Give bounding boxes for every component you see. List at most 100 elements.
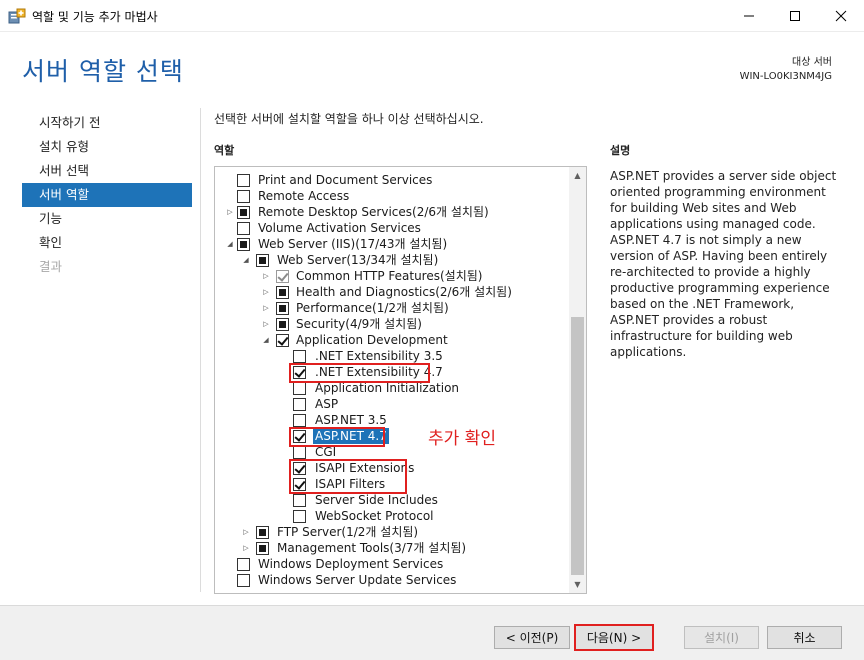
role-checkbox[interactable] — [293, 510, 306, 523]
chevron-up-icon: ▲ — [574, 171, 581, 180]
role-checkbox[interactable] — [293, 478, 306, 491]
role-row[interactable]: Windows Server Update Services — [215, 572, 570, 588]
nav-divider — [200, 108, 201, 592]
role-checkbox[interactable] — [293, 414, 306, 427]
role-row[interactable]: Print and Document Services — [215, 172, 570, 188]
expanded-arrow-icon[interactable]: ◢ — [241, 255, 251, 265]
role-checkbox[interactable] — [293, 494, 306, 507]
role-row[interactable]: Remote Access — [215, 188, 570, 204]
minimize-button[interactable] — [726, 0, 772, 32]
nav-item-before-you-begin[interactable]: 시작하기 전 — [22, 111, 192, 135]
collapsed-arrow-icon[interactable]: ▷ — [261, 271, 271, 281]
nav-item-features[interactable]: 기능 — [22, 207, 192, 231]
role-label: ISAPI Extensions — [315, 461, 415, 475]
role-row[interactable]: ▷ Common HTTP Features(설치됨) — [215, 268, 570, 284]
role-checkbox[interactable] — [276, 302, 289, 315]
role-checkbox[interactable] — [237, 222, 250, 235]
role-row[interactable]: Server Side Includes — [215, 492, 570, 508]
role-row[interactable]: ▷ Management Tools(3/7개 설치됨) — [215, 540, 570, 556]
window-title: 역할 및 기능 추가 마법사 — [32, 10, 158, 24]
role-checkbox[interactable] — [237, 206, 250, 219]
role-row[interactable]: .NET Extensibility 4.7 — [215, 364, 570, 380]
nav-item-installation-type[interactable]: 설치 유형 — [22, 135, 192, 159]
role-checkbox[interactable] — [293, 382, 306, 395]
collapsed-arrow-icon[interactable]: ▷ — [225, 207, 235, 217]
role-row[interactable]: Application Initialization — [215, 380, 570, 396]
previous-button[interactable]: < 이전(P) — [494, 626, 570, 649]
wizard-nav: 시작하기 전 설치 유형 서버 선택 서버 역할 기능 확인 결과 — [22, 111, 192, 279]
expanded-arrow-icon[interactable]: ◢ — [261, 335, 271, 345]
role-checkbox[interactable] — [276, 334, 289, 347]
role-checkbox[interactable] — [256, 542, 269, 555]
role-row[interactable]: ASP — [215, 396, 570, 412]
role-row[interactable]: WebSocket Protocol — [215, 508, 570, 524]
role-checkbox[interactable] — [293, 446, 306, 459]
roles-tree[interactable]: Print and Document Services Remote Access… — [214, 166, 587, 594]
role-row[interactable]: Windows Deployment Services — [215, 556, 570, 572]
collapsed-arrow-icon[interactable]: ▷ — [261, 303, 271, 313]
scroll-down-button[interactable]: ▼ — [569, 576, 586, 593]
role-label: WebSocket Protocol — [315, 509, 434, 523]
role-checkbox[interactable] — [237, 574, 250, 587]
annotation-text: 추가 확인 — [428, 429, 496, 449]
maximize-button[interactable] — [772, 0, 818, 32]
role-label: Remote Access — [258, 189, 350, 203]
close-icon — [835, 10, 847, 22]
target-server-name: WIN-LO0KI3NM4JG — [739, 71, 832, 82]
title-bar: 역할 및 기능 추가 마법사 — [0, 0, 864, 32]
description-text: ASP.NET provides a server side object or… — [610, 169, 837, 359]
nav-item-server-selection[interactable]: 서버 선택 — [22, 159, 192, 183]
cancel-button[interactable]: 취소 — [767, 626, 842, 649]
role-checkbox[interactable] — [293, 430, 306, 443]
role-label: Windows Deployment Services — [258, 557, 444, 571]
role-checkbox[interactable] — [293, 350, 306, 363]
role-checkbox[interactable] — [237, 238, 250, 251]
role-checkbox[interactable] — [276, 318, 289, 331]
collapsed-arrow-icon[interactable]: ▷ — [261, 287, 271, 297]
role-row[interactable]: CGI — [215, 444, 570, 460]
nav-item-confirmation[interactable]: 확인 — [22, 231, 192, 255]
collapsed-arrow-icon[interactable]: ▷ — [241, 527, 251, 537]
expanded-arrow-icon[interactable]: ◢ — [225, 239, 235, 249]
role-checkbox[interactable] — [237, 558, 250, 571]
roles-tree-rows: Print and Document Services Remote Access… — [215, 172, 570, 588]
scroll-up-button[interactable]: ▲ — [569, 167, 586, 184]
role-row[interactable]: ◢ Application Development — [215, 332, 570, 348]
role-label: Application Initialization — [315, 381, 460, 395]
roles-scrollbar[interactable]: ▲ ▼ — [569, 167, 586, 593]
nav-item-server-roles[interactable]: 서버 역할 — [22, 183, 192, 207]
close-button[interactable] — [818, 0, 864, 32]
role-row[interactable]: ▷ Remote Desktop Services(2/6개 설치됨) — [215, 204, 570, 220]
role-row[interactable]: ISAPI Filters — [215, 476, 570, 492]
role-checkbox[interactable] — [237, 174, 250, 187]
role-checkbox[interactable] — [276, 286, 289, 299]
role-checkbox[interactable] — [256, 254, 269, 267]
role-row[interactable]: ◢ Web Server(13/34개 설치됨) — [215, 252, 570, 268]
target-server-label: 대상 서버 — [792, 57, 832, 68]
description-header: 설명 — [610, 144, 631, 157]
role-row[interactable]: .NET Extensibility 3.5 — [215, 348, 570, 364]
collapsed-arrow-icon[interactable]: ▷ — [241, 543, 251, 553]
role-row[interactable]: ◢ Web Server (IIS)(17/43개 설치됨) — [215, 236, 570, 252]
role-row[interactable]: ▷ Security(4/9개 설치됨) — [215, 316, 570, 332]
role-row[interactable]: ▷ FTP Server(1/2개 설치됨) — [215, 524, 570, 540]
role-checkbox[interactable] — [293, 462, 306, 475]
role-checkbox[interactable] — [293, 398, 306, 411]
role-checkbox[interactable] — [237, 190, 250, 203]
role-label: ASP.NET 3.5 — [315, 413, 387, 427]
role-row[interactable]: ASP.NET 3.5 — [215, 412, 570, 428]
role-row[interactable]: ▷ Performance(1/2개 설치됨) — [215, 300, 570, 316]
install-button[interactable]: 설치(I) — [684, 626, 759, 649]
role-checkbox[interactable] — [276, 270, 289, 283]
collapsed-arrow-icon[interactable]: ▷ — [261, 319, 271, 329]
role-checkbox[interactable] — [256, 526, 269, 539]
role-row[interactable]: ▷ Health and Diagnostics(2/6개 설치됨) — [215, 284, 570, 300]
role-label: FTP Server(1/2개 설치됨) — [277, 525, 419, 539]
role-row[interactable]: ISAPI Extensions — [215, 460, 570, 476]
role-row[interactable]: ASP.NET 4.7 — [215, 428, 570, 444]
role-checkbox[interactable] — [293, 366, 306, 379]
scroll-thumb[interactable] — [571, 317, 584, 575]
next-button[interactable]: 다음(N) > — [574, 624, 654, 651]
role-label: Windows Server Update Services — [258, 573, 457, 587]
role-row[interactable]: Volume Activation Services — [215, 220, 570, 236]
